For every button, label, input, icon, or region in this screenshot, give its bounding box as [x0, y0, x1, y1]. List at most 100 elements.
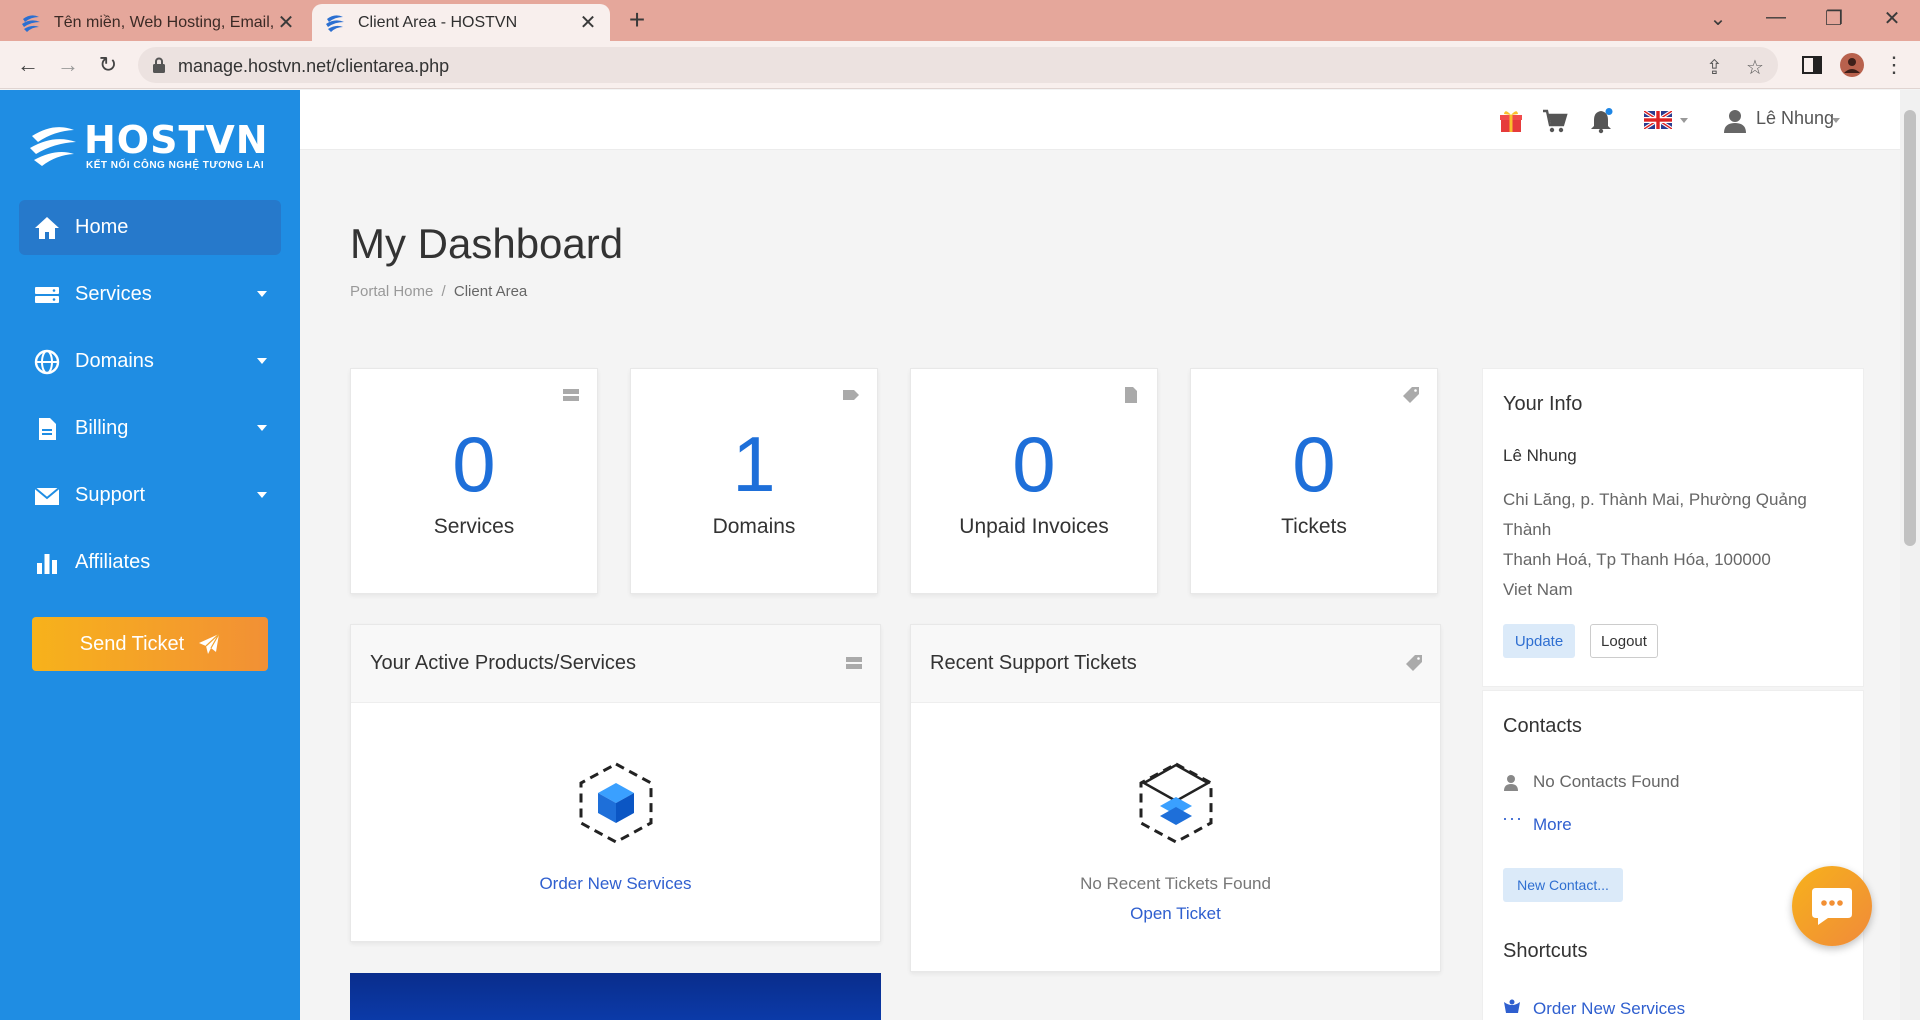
panel-title: Recent Support Tickets — [930, 652, 1137, 674]
gift-icon[interactable] — [1498, 108, 1524, 134]
tag-icon — [843, 390, 859, 400]
stat-card-tickets[interactable]: 0 Tickets — [1190, 368, 1438, 594]
active-products-panel: Your Active Products/Services Order New … — [350, 624, 881, 942]
tab-title: Tên miền, Web Hosting, Email, VPS — [54, 13, 276, 31]
shortcut-order-new-services-link[interactable]: Order New Services — [1533, 994, 1685, 1020]
chat-bubble-icon — [1812, 888, 1852, 925]
sidebar-item-domains[interactable]: Domains — [19, 334, 281, 389]
scrollbar-thumb[interactable] — [1904, 110, 1916, 546]
ellipsis-icon: ··· — [1502, 808, 1523, 828]
globe-icon — [34, 349, 60, 374]
window-close-icon[interactable]: ✕ — [1872, 6, 1912, 34]
forward-arrow-icon[interactable]: → — [54, 51, 82, 79]
sidebar-item-label: Billing — [75, 417, 129, 439]
profile-avatar-icon[interactable] — [1840, 53, 1864, 77]
document-icon — [1125, 387, 1137, 403]
stat-value: 1 — [732, 420, 776, 508]
reload-icon[interactable]: ↻ — [94, 51, 122, 79]
sidebar-item-label: Services — [75, 283, 152, 305]
live-chat-button[interactable] — [1792, 866, 1872, 946]
uk-flag-icon[interactable] — [1644, 111, 1672, 129]
browser-tab-client-area[interactable]: Client Area - HOSTVN ✕ — [312, 4, 610, 41]
caret-down-icon — [257, 492, 267, 498]
sidebar-item-support[interactable]: Support — [19, 468, 281, 523]
update-button[interactable]: Update — [1503, 624, 1575, 658]
language-caret-icon[interactable] — [1680, 118, 1688, 123]
your-info-card: Your Info Lê Nhung Chi Lăng, p. Thành Ma… — [1482, 368, 1864, 687]
address-bar[interactable]: manage.hostvn.net/clientarea.php ⇪ ☆ — [138, 47, 1778, 83]
sidebar-item-home[interactable]: Home — [19, 200, 281, 255]
url-text: manage.hostvn.net/clientarea.php — [178, 56, 450, 76]
breadcrumb-portal-home[interactable]: Portal Home — [350, 283, 433, 300]
panel-header: Recent Support Tickets — [911, 625, 1440, 703]
sidebar-item-affiliates[interactable]: Affiliates — [19, 535, 281, 590]
sidebar-item-label: Support — [75, 484, 146, 506]
ticket-tag-icon — [1406, 655, 1422, 671]
restore-icon[interactable]: ❐ — [1814, 6, 1854, 34]
bar-chart-icon — [37, 553, 57, 574]
logout-button[interactable]: Logout — [1590, 624, 1658, 658]
page-title: My Dashboard — [350, 220, 624, 267]
more-contacts-link[interactable]: More — [1533, 810, 1572, 840]
tab-search-chevron-icon[interactable]: ⌄ — [1698, 6, 1738, 34]
bookmark-star-icon[interactable]: ☆ — [1746, 55, 1768, 79]
close-tab-icon[interactable]: ✕ — [276, 10, 296, 35]
no-contacts-text: No Contacts Found — [1533, 772, 1680, 791]
client-name: Lê Nhung — [1503, 446, 1577, 465]
envelope-box-icon — [1139, 762, 1213, 844]
cart-icon — [1504, 999, 1520, 1013]
brand-tagline: KẾT NỐI CÔNG NGHỆ TƯƠNG LAI — [86, 160, 265, 171]
open-ticket-link[interactable]: Open Ticket — [911, 904, 1440, 924]
recent-tickets-panel: Recent Support Tickets No Recent Tickets… — [910, 624, 1441, 972]
home-icon — [35, 216, 59, 239]
stat-value: 0 — [1012, 420, 1056, 508]
sidebar-item-billing[interactable]: Billing — [19, 401, 281, 456]
hostvn-logo-icon — [30, 127, 76, 166]
server-icon — [846, 657, 862, 669]
send-ticket-label: Send Ticket — [79, 632, 185, 655]
shortcuts-title: Shortcuts — [1503, 940, 1588, 962]
new-tab-button[interactable]: + — [622, 6, 652, 36]
user-icon — [1504, 775, 1518, 791]
stat-card-unpaid-invoices[interactable]: 0 Unpaid Invoices — [910, 368, 1158, 594]
user-caret-icon[interactable] — [1832, 118, 1840, 123]
close-tab-icon[interactable]: ✕ — [578, 10, 598, 35]
cart-icon[interactable] — [1542, 108, 1568, 134]
sidebar: HOSTVN KẾT NỐI CÔNG NGHỆ TƯƠNG LAI Home … — [0, 90, 300, 1020]
share-icon[interactable]: ⇪ — [1706, 55, 1728, 79]
page-scrollbar[interactable] — [1900, 90, 1920, 1020]
browser-tab-hostvn-home[interactable]: Tên miền, Web Hosting, Email, VPS ✕ — [8, 4, 308, 41]
lock-icon — [153, 57, 165, 73]
minimize-icon[interactable]: — — [1756, 6, 1796, 34]
stat-value: 0 — [452, 420, 496, 508]
ticket-tag-icon — [1403, 387, 1419, 403]
bell-notification-icon[interactable] — [1588, 108, 1614, 134]
order-new-services-link[interactable]: Order New Services — [351, 874, 880, 894]
back-arrow-icon[interactable]: ← — [14, 51, 42, 79]
stat-label: Unpaid Invoices — [959, 515, 1109, 538]
stat-label: Services — [433, 515, 515, 538]
user-menu[interactable]: Lê Nhung — [1756, 108, 1834, 129]
send-ticket-button[interactable]: Send Ticket — [32, 617, 268, 671]
server-icon — [563, 389, 579, 401]
breadcrumb: Portal Home / Client Area — [350, 283, 527, 300]
sidebar-item-label: Domains — [75, 350, 154, 372]
stat-value: 0 — [1292, 420, 1336, 508]
stat-card-domains[interactable]: 1 Domains — [630, 368, 878, 594]
caret-down-icon — [257, 291, 267, 297]
panel-header: Your Active Products/Services — [351, 625, 880, 703]
document-icon — [39, 417, 56, 440]
hostvn-logo[interactable]: HOSTVN KẾT NỐI CÔNG NGHỆ TƯƠNG LAI — [28, 118, 268, 174]
your-info-title: Your Info — [1503, 393, 1583, 415]
new-contact-button[interactable]: New Contact... — [1503, 868, 1623, 902]
caret-down-icon — [257, 425, 267, 431]
promo-banner[interactable] — [350, 973, 881, 1020]
browser-tab-bar: Tên miền, Web Hosting, Email, VPS ✕ Clie… — [0, 0, 1920, 41]
side-panel-icon[interactable] — [1800, 53, 1824, 77]
brand-name: HOSTVN — [84, 118, 269, 162]
user-icon[interactable] — [1722, 108, 1748, 134]
browser-menu-icon[interactable]: ⋮ — [1880, 51, 1908, 79]
sidebar-item-services[interactable]: Services — [19, 267, 281, 322]
stat-card-services[interactable]: 0 Services — [350, 368, 598, 594]
breadcrumb-client-area: Client Area — [453, 283, 528, 300]
